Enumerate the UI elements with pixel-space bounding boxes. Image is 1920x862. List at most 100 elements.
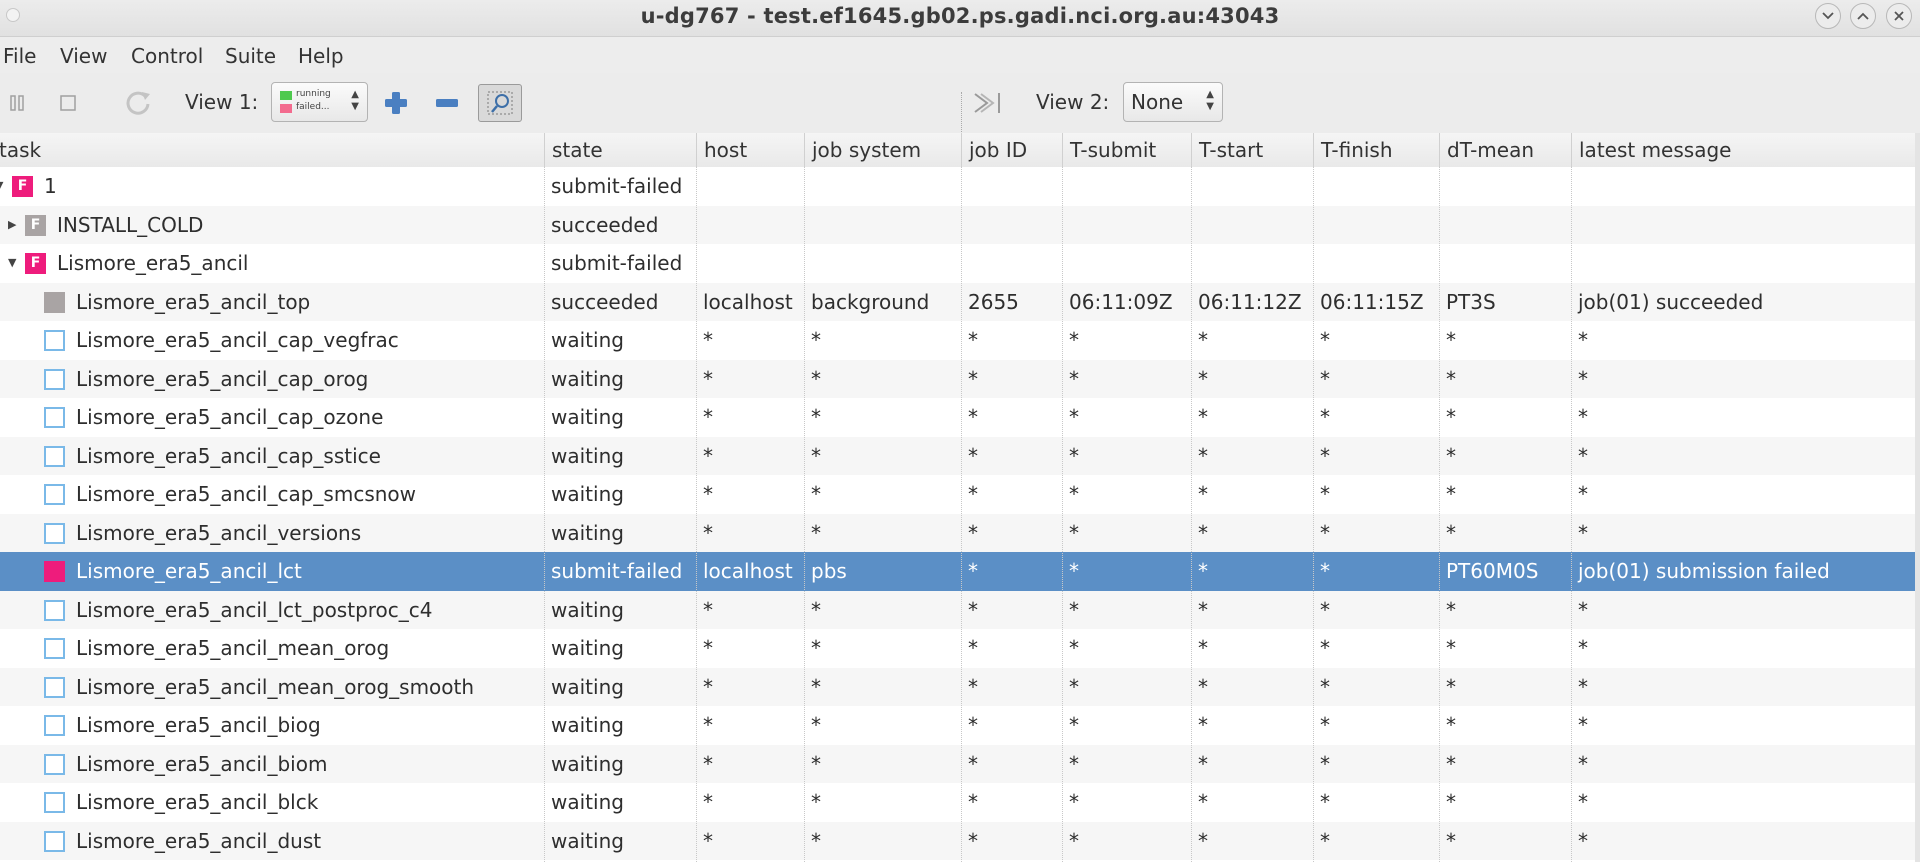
column-header-latest-message[interactable]: latest message — [1571, 133, 1920, 167]
table-row[interactable]: ▶ F INSTALL_COLD succeeded — [0, 205, 1915, 245]
t-submit-cell: * — [1069, 366, 1079, 391]
view1-legend-running: running — [296, 89, 331, 99]
pause-icon — [10, 95, 24, 111]
minimize-button[interactable] — [1815, 3, 1841, 29]
table-row[interactable]: ▼ F Lismore_era5_ancil submit-failed — [0, 244, 1915, 283]
latest-message-cell: * — [1578, 751, 1588, 776]
t-finish-cell: 06:11:15Z — [1320, 289, 1424, 314]
view1-legend-failed: failed... — [296, 102, 330, 112]
host-cell: * — [703, 713, 713, 737]
view2-select[interactable]: None ▲ ▼ — [1123, 82, 1223, 122]
filter-icon — [487, 91, 513, 115]
skip-forward-icon — [974, 93, 1000, 113]
next-view-button[interactable] — [970, 87, 1006, 119]
expander-closed-icon[interactable]: ▶ — [8, 206, 16, 245]
menu-view[interactable]: View — [60, 44, 107, 68]
t-start-cell: * — [1198, 790, 1208, 814]
t-finish-cell: * — [1320, 751, 1330, 776]
table-row[interactable]: Lismore_era5_ancil_cap_ozone waiting * * * * *… — [0, 398, 1915, 437]
task-name-cell: Lismore_era5_ancil_dust — [76, 828, 322, 853]
latest-message-cell: * — [1578, 482, 1588, 506]
t-start-cell: * — [1198, 828, 1208, 853]
t-start-cell: * — [1198, 636, 1208, 660]
waiting-state-icon — [44, 445, 65, 467]
job-id-cell — [961, 167, 1062, 206]
t-submit-cell: 06:11:09Z — [1069, 289, 1173, 314]
job-system-cell: * — [811, 674, 821, 699]
collapse-all-button[interactable] — [432, 88, 462, 118]
column-header-job-id[interactable]: job ID — [961, 133, 1062, 167]
column-header-t-submit[interactable]: T-submit — [1062, 133, 1191, 167]
maximize-button[interactable] — [1850, 3, 1876, 29]
column-divider — [1191, 167, 1192, 862]
t-start-cell: * — [1198, 559, 1208, 583]
t-start-cell: * — [1198, 443, 1208, 468]
job-system-cell: * — [811, 482, 821, 506]
dt-mean-cell: * — [1446, 713, 1456, 737]
waiting-state-icon — [44, 792, 65, 813]
t-submit-cell: * — [1069, 674, 1079, 699]
dt-mean-cell: * — [1446, 520, 1456, 545]
column-header-task[interactable]: task — [0, 133, 544, 167]
table-row[interactable]: Lismore_era5_ancil_biom waiting * * * * * * * * — [0, 744, 1915, 783]
table-row[interactable]: Lismore_era5_ancil_biog waiting * * * * * * * * — [0, 706, 1915, 745]
expander-open-icon[interactable]: ▼ — [8, 244, 16, 283]
column-header-host[interactable]: host — [696, 133, 804, 167]
table-row[interactable]: Lismore_era5_ancil_dust waiting * * * * * * * * — [0, 821, 1915, 860]
spin-arrows-icon: ▲ ▼ — [1206, 89, 1214, 112]
succeeded-state-icon — [44, 291, 65, 313]
view1-select[interactable]: running failed... ▲ ▼ — [271, 82, 368, 122]
t-finish-cell: * — [1320, 405, 1330, 429]
column-header-state[interactable]: state — [544, 133, 696, 167]
t-submit-cell: * — [1069, 559, 1079, 583]
table-row[interactable]: Lismore_era5_ancil_cap_orog waiting * * * * * *… — [0, 359, 1915, 398]
t-submit-cell: * — [1069, 828, 1079, 853]
t-start-cell — [1191, 167, 1313, 206]
dt-mean-cell: * — [1446, 405, 1456, 429]
state-cell: waiting — [551, 713, 624, 737]
column-header-dt-mean[interactable]: dT-mean — [1439, 133, 1571, 167]
t-finish-cell: * — [1320, 828, 1330, 853]
vertical-scrollbar[interactable] — [1915, 133, 1920, 862]
column-header-t-start[interactable]: T-start — [1191, 133, 1313, 167]
latest-message-cell: job(01) submission failed — [1578, 559, 1830, 583]
host-cell: * — [703, 636, 713, 660]
table-row[interactable]: Lismore_era5_ancil_mean_orog_smooth waiti… — [0, 667, 1915, 706]
column-header-job-system[interactable]: job system — [804, 133, 961, 167]
state-cell: submit-failed — [551, 251, 683, 275]
table-row[interactable]: Lismore_era5_ancil_mean_orog waiting * * * * *… — [0, 629, 1915, 668]
waiting-state-icon — [44, 407, 65, 428]
close-button[interactable] — [1886, 3, 1912, 29]
pause-button[interactable] — [8, 93, 26, 113]
table-row[interactable]: Lismore_era5_ancil_blck waiting * * * * * * * * — [0, 783, 1915, 822]
table-row[interactable]: ▼ F1 submit-failed — [0, 167, 1915, 206]
reload-button[interactable] — [122, 87, 154, 119]
table-row[interactable]: Lismore_era5_ancil_lct_postproc_c4 waitin… — [0, 590, 1915, 629]
state-cell: succeeded — [551, 212, 659, 237]
job-id-cell — [961, 244, 1062, 283]
stop-button[interactable] — [58, 93, 78, 113]
job-id-cell: * — [968, 443, 978, 468]
table-row[interactable]: Lismore_era5_ancil_cap_sstice waiting * * * *… — [0, 436, 1915, 475]
menu-file[interactable]: File — [3, 44, 36, 68]
table-row[interactable]: Lismore_era5_ancil_cap_vegfrac waiting * * *… — [0, 321, 1915, 360]
job-system-cell: * — [811, 328, 821, 352]
job-system-cell: * — [811, 713, 821, 737]
menu-suite[interactable]: Suite — [225, 44, 276, 68]
table-row[interactable]: Lismore_era5_ancil_versions waiting * * * * * *… — [0, 513, 1915, 552]
expander-open-icon[interactable]: ▼ — [0, 167, 3, 206]
expand-all-button[interactable] — [381, 88, 411, 118]
t-submit-cell: * — [1069, 751, 1079, 776]
table-header: task state host job system job ID T-subm… — [0, 133, 1920, 168]
job-id-cell: * — [968, 790, 978, 814]
state-cell: waiting — [551, 443, 624, 468]
menu-help[interactable]: Help — [298, 44, 344, 68]
table-row[interactable]: Lismore_era5_ancil_lct submit-failed local… — [0, 552, 1915, 591]
filter-toggle-button[interactable] — [478, 84, 522, 122]
column-header-t-finish[interactable]: T-finish — [1313, 133, 1439, 167]
menu-control[interactable]: Control — [131, 44, 203, 68]
table-row[interactable]: Lismore_era5_ancil_cap_smcsnow waiting * * *… — [0, 475, 1915, 514]
state-cell: waiting — [551, 751, 624, 776]
dt-mean-cell — [1439, 167, 1571, 206]
table-row[interactable]: Lismore_era5_ancil_top succeeded localhost… — [0, 282, 1915, 321]
